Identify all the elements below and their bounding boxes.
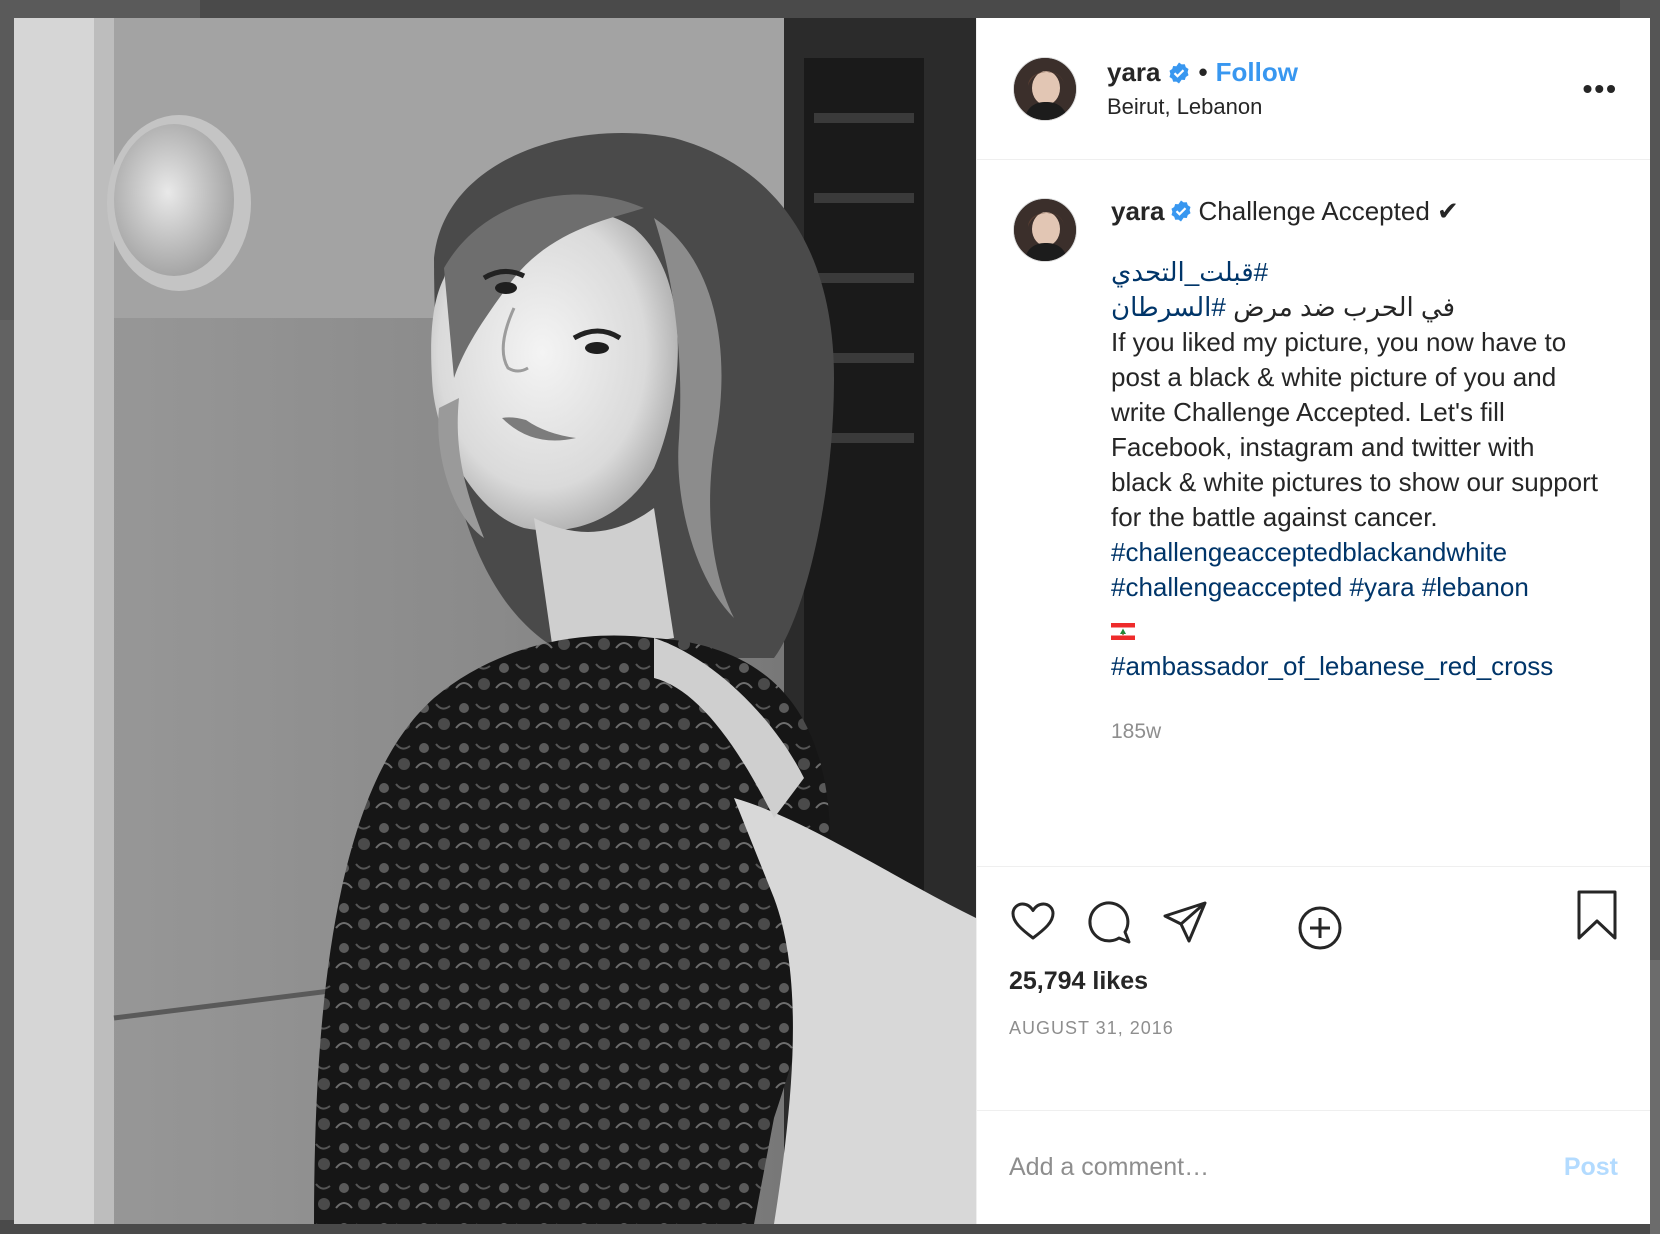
post-modal: yara • Follow Beirut, Lebanon ••• yara C… [14, 18, 1650, 1224]
hashtag-link[interactable]: #قبلت_التحدي [1111, 257, 1268, 287]
share-icon[interactable] [1161, 898, 1209, 946]
post-header: yara • Follow Beirut, Lebanon ••• [977, 18, 1650, 160]
hashtag-link[interactable]: #lebanon [1422, 572, 1529, 602]
likes-count[interactable]: 25,794 likes [1009, 967, 1618, 996]
post-comment-button[interactable]: Post [1564, 1153, 1618, 1182]
username[interactable]: yara [1107, 57, 1161, 88]
caption-title: Challenge Accepted ✔ [1198, 196, 1459, 226]
comments-area: yara Challenge Accepted ✔ #قبلت_التحدي في… [977, 160, 1650, 950]
hashtag-link[interactable]: #challengeacceptedblackandwhite [1111, 537, 1507, 567]
background-tile [0, 320, 14, 1220]
post-photo[interactable] [14, 18, 976, 1224]
comment-input[interactable] [1009, 1153, 1564, 1182]
avatar-image [1014, 57, 1076, 120]
caption-arabic-text: في الحرب ضد مرض [1225, 292, 1456, 322]
add-comment-bar: Post [977, 1110, 1650, 1224]
post-date: AUGUST 31, 2016 [1009, 1018, 1174, 1038]
follow-button[interactable]: Follow [1216, 57, 1298, 88]
hashtag-link[interactable]: #ambassador_of_lebanese_red_cross [1111, 651, 1553, 681]
verified-badge-icon [1169, 197, 1193, 222]
caption-body: If you liked my picture, you now have to… [1111, 327, 1599, 532]
more-options-icon[interactable]: ••• [1583, 73, 1618, 105]
post-photo-image [14, 18, 976, 1224]
caption: yara Challenge Accepted ✔ #قبلت_التحدي في… [1013, 194, 1614, 684]
avatar-image [1014, 199, 1076, 261]
location-link[interactable]: Beirut, Lebanon [1107, 94, 1583, 120]
separator-dot: • [1198, 57, 1208, 87]
hashtag-link[interactable]: #challengeaccepted [1111, 572, 1342, 602]
hashtag-link[interactable]: #السرطان [1111, 292, 1226, 322]
avatar[interactable] [1013, 56, 1077, 121]
post-time-ago[interactable]: 185w [1111, 720, 1614, 744]
bookmark-icon[interactable] [1574, 889, 1620, 941]
hashtag-link[interactable]: #yara [1350, 572, 1415, 602]
caption-username[interactable]: yara [1111, 196, 1165, 226]
heart-icon[interactable] [1009, 898, 1057, 946]
post-actions: 25,794 likes AUGUST 31, 2016 [977, 866, 1650, 1042]
post-details-panel: yara • Follow Beirut, Lebanon ••• yara C… [976, 18, 1650, 1224]
verified-badge-icon [1167, 61, 1191, 85]
caption-text: yara Challenge Accepted ✔ #قبلت_التحدي في… [1111, 194, 1601, 684]
caption-avatar[interactable] [1013, 198, 1077, 262]
comment-icon[interactable] [1085, 898, 1133, 946]
lebanon-flag-icon [1111, 614, 1135, 640]
background-tile [1650, 960, 1660, 1234]
